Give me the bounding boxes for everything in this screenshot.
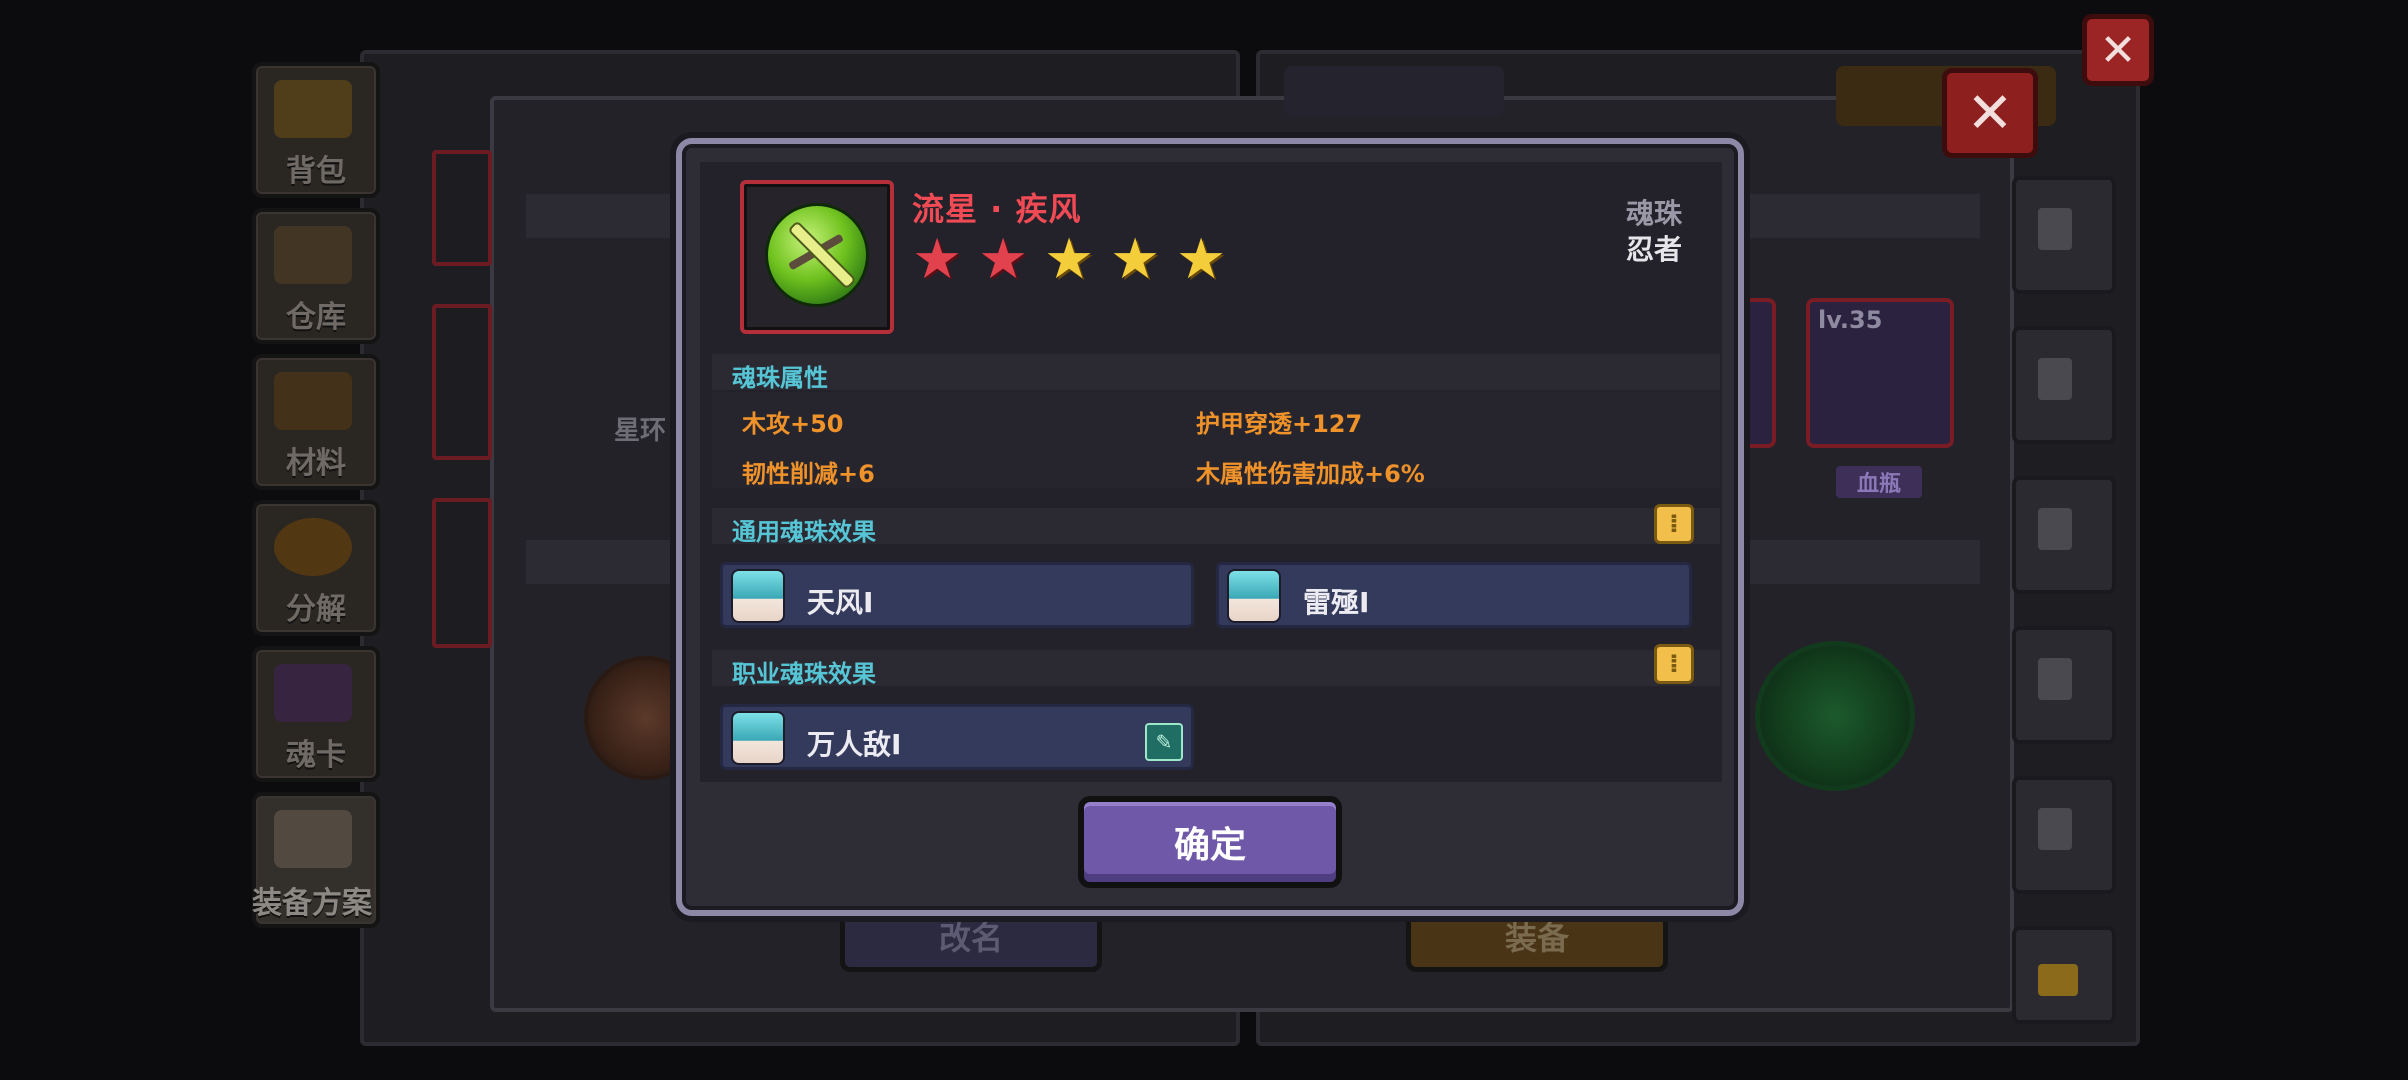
item-slot-lv35[interactable]: lv.35 [1806,298,1954,448]
sidebar-item-soul-card[interactable]: 魂卡 [252,646,380,782]
edit-icon[interactable]: ✎ [1145,723,1183,761]
effect-card-leiji[interactable]: 雷殛Ⅰ [1216,562,1692,628]
effect-card-wanrendi[interactable]: 万人敌Ⅰ ✎ [720,704,1194,770]
attribute-wood-damage-bonus: 木属性伤害加成+6% [1196,460,1425,488]
section-title: 职业魂珠效果 [732,660,876,688]
item-level: lv.35 [1818,306,1883,334]
inventory-slot[interactable] [432,304,492,460]
confirm-button[interactable]: 确定 [1078,796,1342,888]
sidebar-item-label: 装备方案 [252,886,372,921]
section-title: 魂珠属性 [732,364,828,392]
decompose-icon [274,518,352,576]
equipment-plan-icon [274,810,352,868]
section-header-class-effects: 职业魂珠效果 [712,650,1720,688]
star-icon: ★ [912,227,963,292]
ninja-portrait-icon [733,713,783,763]
bg-top-tab[interactable] [1284,66,1504,116]
info-button[interactable]: ⁞ [1654,504,1694,544]
equipment-slot[interactable] [2012,776,2116,894]
slot-icon [2038,358,2072,400]
ninja-portrait-icon [733,571,783,621]
material-icon [274,372,352,430]
chest-icon [274,80,352,138]
equipment-slot[interactable] [2012,176,2116,294]
equipment-slot-locked[interactable] [2012,926,2116,1024]
sidebar-item-label: 仓库 [286,300,346,335]
slot-icon [2038,658,2072,700]
inventory-slot[interactable] [432,498,492,648]
sidebar-item-warehouse[interactable]: 仓库 [252,208,380,344]
close-icon[interactable]: ✕ [1942,68,2038,158]
info-button[interactable]: ⁞ [1654,644,1694,684]
attribute-wood-attack: 木攻+50 [742,410,844,438]
item-name: 流星 · 疾风 [912,190,1082,228]
equipment-slot[interactable] [2012,626,2116,744]
sidebar-item-label: 魂卡 [286,738,346,773]
slot-icon [2038,508,2072,550]
equipment-slot[interactable] [2012,326,2116,444]
sidebar-item-label: 分解 [286,592,346,627]
section-header-attributes: 魂珠属性 [712,354,1720,392]
sidebar-item-label: 材料 [286,446,346,481]
section-header-general-effects: 通用魂珠效果 [712,508,1720,546]
star-icon: ★ [1176,227,1227,292]
slot-icon [2038,808,2072,850]
effect-label: 天风Ⅰ [807,586,874,619]
effect-card-tianfeng[interactable]: 天风Ⅰ [720,562,1194,628]
sidebar-item-material[interactable]: 材料 [252,354,380,490]
bg-soul-orb-icon[interactable] [1760,646,1910,786]
close-icon[interactable]: ✕ [2082,14,2154,86]
sidebar-item-decompose[interactable]: 分解 [252,500,380,636]
item-slot-partial[interactable] [1740,298,1776,448]
ninja-portrait-icon [1229,571,1279,621]
effect-label: 万人敌Ⅰ [807,728,902,761]
item-tag: 血瓶 [1836,466,1922,498]
star-icon: ★ [978,227,1029,292]
lock-icon [2038,964,2078,996]
attributes-list: 木攻+50 护甲穿透+127 韧性削减+6 木属性伤害加成+6% [712,392,1720,488]
section-title: 通用魂珠效果 [732,518,876,546]
warehouse-icon [274,226,352,284]
item-type: 魂珠 [1625,197,1682,230]
attribute-armor-penetration: 护甲穿透+127 [1196,410,1363,438]
slot-icon [2038,208,2072,250]
bg-left-label: 星环 [614,416,667,446]
sidebar-item-label: 背包 [286,154,346,189]
attribute-toughness-reduction: 韧性削减+6 [742,460,875,488]
star-icon: ★ [1110,227,1161,292]
effect-label: 雷殛Ⅰ [1303,586,1370,619]
star-icon: ★ [1044,227,1095,292]
inventory-slot[interactable] [432,150,492,266]
equipment-slot[interactable] [2012,476,2116,594]
soul-card-icon [274,664,352,722]
sidebar-item-backpack[interactable]: 背包 [252,62,380,198]
item-class: 忍者 [1625,233,1682,266]
